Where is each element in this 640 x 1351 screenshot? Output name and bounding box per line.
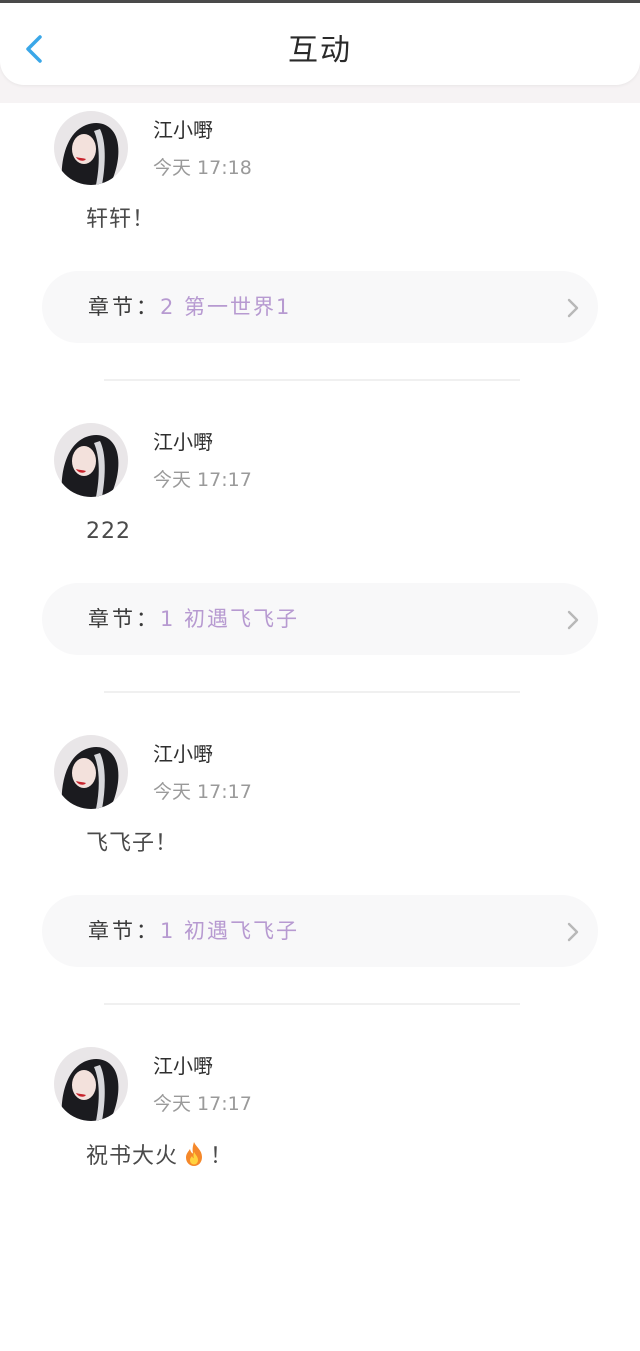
timestamp: 今天 17:17 <box>153 781 252 803</box>
divider <box>104 1003 520 1005</box>
nav-header: 互动 <box>0 3 640 85</box>
chapter-name: 2 第一世界1 <box>160 295 292 319</box>
chevron-right-icon <box>567 298 579 318</box>
comment-text: 222 <box>86 519 131 544</box>
chapter-label: 章节： <box>88 607 160 631</box>
comment-text: 飞飞子！ <box>86 831 179 856</box>
chapter-name: 1 初遇飞飞子 <box>160 919 300 943</box>
chapter-label: 章节： <box>88 919 160 943</box>
username: 江小嘢 <box>153 430 213 454</box>
avatar-image <box>54 735 128 809</box>
avatar-image <box>54 111 128 185</box>
fire-icon <box>186 1142 203 1166</box>
comment-item: 江小嘢 今天 17:18 轩轩！ 章节： 2 第一世界1 <box>0 103 640 415</box>
username: 江小嘢 <box>153 118 213 142</box>
avatar[interactable] <box>54 735 128 809</box>
timestamp: 今天 17:17 <box>153 1093 252 1115</box>
divider <box>104 379 520 381</box>
comment-item: 江小嘢 今天 17:17 222 章节： 1 初遇飞飞子 <box>0 415 640 727</box>
comment-item: 江小嘢 今天 17:17 飞飞子！ 章节： 1 初遇飞飞子 <box>0 727 640 1039</box>
chevron-right-icon <box>567 922 579 942</box>
avatar[interactable] <box>54 423 128 497</box>
username: 江小嘢 <box>153 1054 213 1078</box>
comment-text-part: ！ <box>210 1144 234 1169</box>
chapter-link[interactable]: 章节： 1 初遇飞飞子 <box>42 583 598 655</box>
timestamp: 今天 17:18 <box>153 157 252 179</box>
comment-text-part: 祝书大火 <box>86 1144 179 1169</box>
divider <box>104 691 520 693</box>
chapter-link[interactable]: 章节： 2 第一世界1 <box>42 271 598 343</box>
timestamp: 今天 17:17 <box>153 469 252 491</box>
chapter-label: 章节： <box>88 295 160 319</box>
comment-text: 轩轩！ <box>86 207 156 232</box>
avatar-image <box>54 1047 128 1121</box>
avatar-image <box>54 423 128 497</box>
comment-text: 祝书大火 ！ <box>86 1141 233 1172</box>
username: 江小嘢 <box>153 742 213 766</box>
comment-item: 江小嘢 今天 17:17 祝书大火 ！ <box>0 1039 640 1351</box>
avatar[interactable] <box>54 111 128 185</box>
avatar[interactable] <box>54 1047 128 1121</box>
chapter-name: 1 初遇飞飞子 <box>160 607 300 631</box>
page-title: 互动 <box>288 33 352 68</box>
chevron-right-icon <box>567 610 579 630</box>
comment-feed: 江小嘢 今天 17:18 轩轩！ 章节： 2 第一世界1 江小嘢 今天 17:1… <box>0 103 640 1351</box>
chapter-link[interactable]: 章节： 1 初遇飞飞子 <box>42 895 598 967</box>
